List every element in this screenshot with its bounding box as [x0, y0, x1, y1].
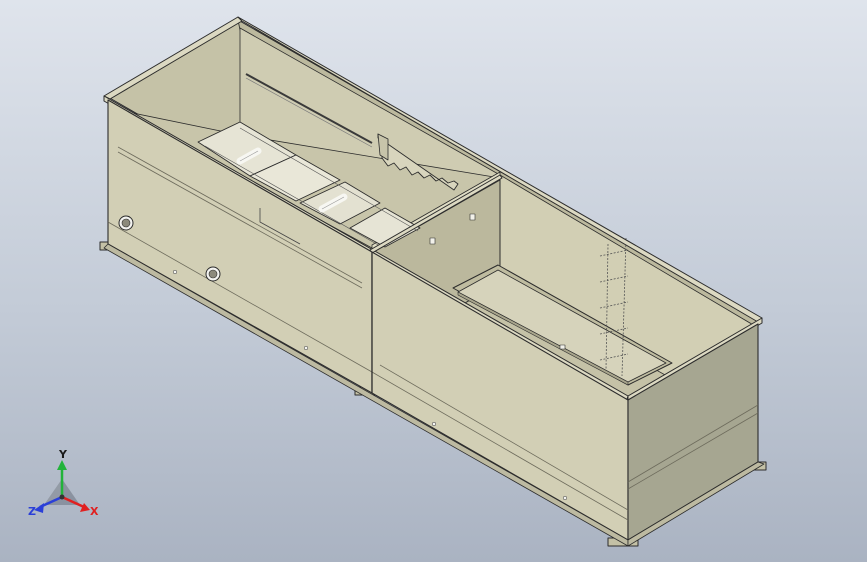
- tank-model[interactable]: [99, 16, 767, 547]
- orientation-triad[interactable]: Y X Z: [28, 448, 99, 518]
- nozzle-lower[interactable]: [205, 266, 221, 282]
- z-axis-label: Z: [28, 505, 36, 518]
- y-axis-arrow: [57, 460, 67, 470]
- x-axis-arrow: [80, 503, 90, 512]
- nozzle-upper[interactable]: [118, 215, 134, 231]
- x-axis-label: X: [90, 505, 99, 518]
- triad-origin: [59, 494, 65, 500]
- y-axis-label: Y: [58, 448, 68, 461]
- cad-viewport[interactable]: Y X Z: [0, 0, 867, 562]
